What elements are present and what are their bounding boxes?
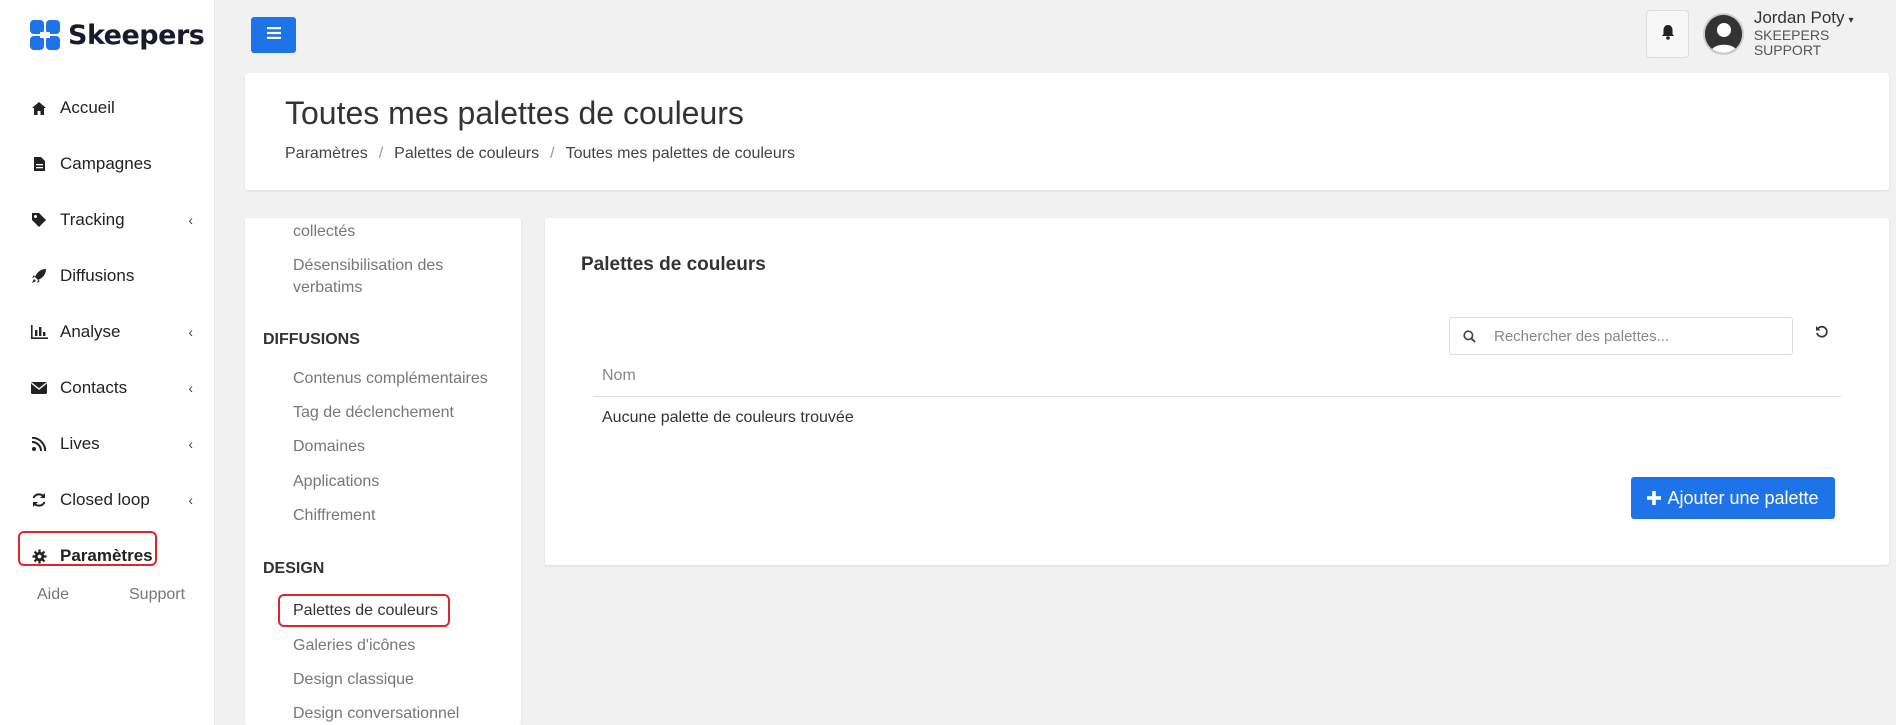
sidebar-item-tracking[interactable]: Tracking ‹: [0, 192, 215, 248]
breadcrumb-item[interactable]: Paramètres: [285, 145, 368, 163]
chevron-left-icon: ‹: [188, 324, 193, 340]
settings-item[interactable]: Galeries d'icônes: [293, 635, 415, 657]
settings-item[interactable]: Contenus complémentaires: [293, 368, 488, 390]
bell-icon: [1661, 24, 1675, 45]
user-menu[interactable]: Jordan Poty ▾ SKEEPERS SUPPORT: [1703, 8, 1896, 59]
search-field: [1449, 317, 1793, 355]
avatar: [1703, 13, 1744, 55]
breadcrumb-current: Toutes mes palettes de couleurs: [565, 145, 796, 162]
home-icon: [30, 99, 48, 117]
refresh-icon: [1815, 325, 1829, 344]
hamburger-icon: [266, 26, 281, 44]
sidebar-item-label: Lives: [60, 434, 100, 453]
document-icon: [30, 155, 48, 173]
sidebar-item-label: Campagnes: [60, 154, 152, 173]
settings-item-line: Désensibilisation des: [293, 257, 444, 274]
user-info: Jordan Poty ▾ SKEEPERS SUPPORT: [1753, 8, 1896, 59]
refresh-button[interactable]: [1812, 324, 1832, 344]
refresh-icon: [30, 491, 48, 509]
page-title: Toutes mes palettes de couleurs: [285, 95, 744, 131]
sidebar-item-diffusions[interactable]: Diffusions: [0, 248, 215, 304]
sidebar-item-label: Closed loop: [60, 490, 150, 509]
rocket-icon: [30, 267, 48, 285]
page-header: Toutes mes palettes de couleurs Paramètr…: [245, 73, 1889, 190]
empty-state-message: Aucune palette de couleurs trouvée: [602, 409, 854, 426]
palettes-table: Nom Aucune palette de couleurs trouvée: [593, 355, 1841, 439]
sidebar-item-closed-loop[interactable]: Closed loop ‹: [0, 472, 215, 528]
user-organization: SKEEPERS SUPPORT: [1753, 26, 1830, 59]
sidebar-nav: Accueil Campagnes Tracking ‹ Diffusions: [0, 80, 215, 584]
search-input[interactable]: [1494, 327, 1784, 345]
breadcrumb-separator: /: [378, 145, 384, 162]
settings-menu: collectés Désensibilisation des verbatim…: [245, 218, 521, 725]
settings-item[interactable]: Tag de déclenchement: [293, 402, 454, 424]
skeepers-logo-icon: [28, 18, 62, 52]
breadcrumb-item[interactable]: Palettes de couleurs: [394, 145, 539, 163]
caret-down-icon: ▾: [1848, 15, 1854, 27]
tag-icon: [30, 211, 48, 229]
settings-item[interactable]: Applications: [293, 471, 379, 493]
chevron-left-icon: ‹: [188, 212, 193, 228]
settings-item[interactable]: Design classique: [293, 669, 414, 691]
sidebar-item-accueil[interactable]: Accueil: [0, 80, 215, 136]
sidebar-item-label: Diffusions: [60, 266, 135, 285]
notifications-button[interactable]: [1646, 10, 1689, 58]
sidebar-item-analyse[interactable]: Analyse ‹: [0, 304, 215, 360]
settings-item[interactable]: collectés: [293, 221, 355, 243]
add-palette-button[interactable]: Ajouter une palette: [1631, 477, 1835, 519]
plus-icon: [1647, 487, 1662, 509]
sidebar-item-campagnes[interactable]: Campagnes: [0, 136, 215, 192]
highlight-box: [278, 594, 450, 627]
chevron-left-icon: ‹: [188, 492, 193, 508]
menu-toggle-button[interactable]: [251, 17, 296, 53]
settings-item[interactable]: Domaines: [293, 436, 365, 458]
palettes-panel: Palettes de couleurs Nom Aucune palette …: [545, 218, 1889, 565]
settings-item[interactable]: Design conversationnel: [293, 703, 459, 725]
breadcrumb: Paramètres / Palettes de couleurs / Tout…: [285, 145, 795, 163]
brand-name: Skeepers: [68, 19, 205, 51]
highlight-box: [18, 531, 157, 566]
help-link[interactable]: Aide: [37, 586, 69, 604]
settings-item[interactable]: Chiffrement: [293, 505, 375, 527]
add-palette-label: Ajouter une palette: [1667, 487, 1819, 508]
sidebar: Skeepers Accueil Campagnes Tracking ‹ Di…: [0, 0, 215, 725]
user-name-row: Jordan Poty ▾: [1753, 8, 1896, 28]
user-name: Jordan Poty: [1753, 8, 1845, 28]
sidebar-item-lives[interactable]: Lives ‹: [0, 416, 215, 472]
settings-item-line: verbatims: [293, 279, 363, 296]
chevron-left-icon: ‹: [188, 436, 193, 452]
panel-title: Palettes de couleurs: [581, 254, 766, 275]
column-header-nom[interactable]: Nom: [593, 355, 1841, 397]
sidebar-item-label: Contacts: [60, 378, 128, 397]
rss-icon: [30, 435, 48, 453]
sidebar-item-label: Tracking: [60, 210, 125, 229]
brand[interactable]: Skeepers: [28, 17, 205, 53]
settings-section-title: DIFFUSIONS: [263, 331, 360, 348]
sidebar-item-label: Analyse: [60, 322, 121, 341]
breadcrumb-separator: /: [550, 145, 555, 162]
topbar: Jordan Poty ▾ SKEEPERS SUPPORT: [216, 0, 1896, 62]
chevron-left-icon: ‹: [188, 380, 193, 396]
support-link[interactable]: Support: [129, 586, 185, 604]
envelope-icon: [30, 379, 48, 397]
sidebar-item-label: Accueil: [60, 98, 115, 117]
sidebar-footer: Aide Support: [0, 586, 215, 608]
bar-chart-icon: [30, 323, 48, 341]
settings-section-title: DESIGN: [263, 560, 325, 577]
settings-item[interactable]: Désensibilisation des verbatims: [293, 255, 443, 299]
search-icon: [1450, 329, 1488, 343]
sidebar-item-contacts[interactable]: Contacts ‹: [0, 360, 215, 416]
